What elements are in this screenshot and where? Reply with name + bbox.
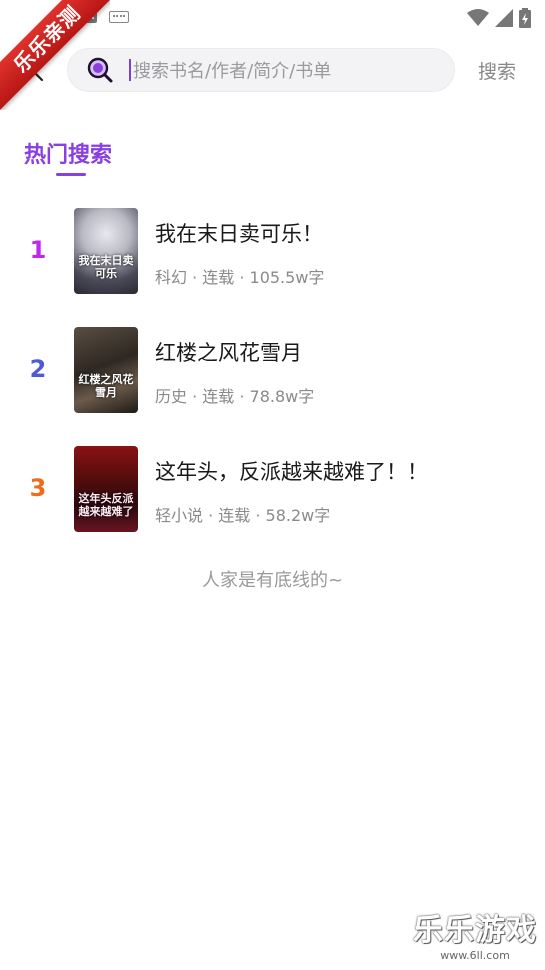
rank-number: 2	[29, 355, 47, 383]
book-meta: 科幻 · 连载 · 105.5w字	[155, 268, 325, 287]
book-cover[interactable]: 我在末日卖可乐	[74, 208, 138, 294]
brand-watermark: 乐乐游戏 www.6ll.com	[413, 905, 537, 962]
battery-charging-icon	[519, 8, 531, 28]
search-box[interactable]: 搜索书名/作者/简介/书单	[67, 48, 455, 92]
status-right-icons	[467, 8, 531, 28]
book-title[interactable]: 这年头，反派越来越难了！！	[155, 456, 428, 486]
watermark-site: www.6ll.com	[440, 949, 510, 962]
search-input[interactable]: 搜索书名/作者/简介/书单	[133, 57, 331, 83]
wifi-icon	[467, 9, 489, 26]
corner-ribbon-watermark: 乐乐亲测	[0, 0, 110, 110]
keyboard-icon	[109, 10, 129, 23]
cover-title: 我在末日卖可乐	[78, 254, 134, 280]
book-title[interactable]: 我在末日卖可乐！	[155, 218, 323, 248]
search-button[interactable]: 搜索	[478, 57, 516, 84]
book-cover[interactable]: 红楼之风花雪月	[74, 327, 138, 413]
cover-title: 红楼之风花雪月	[78, 373, 134, 399]
book-cover[interactable]: 这年头反派越来越难了	[74, 446, 138, 532]
list-item[interactable]: 3 这年头反派越来越难了 这年头，反派越来越难了！！ 轻小说 · 连载 · 58…	[0, 446, 545, 536]
end-of-list-note: 人家是有底线的~	[201, 570, 344, 591]
text-cursor	[129, 59, 131, 81]
signal-icon	[495, 9, 513, 27]
book-meta: 历史 · 连载 · 78.8w字	[155, 387, 315, 406]
hot-search-title: 热门搜索	[24, 143, 113, 168]
hot-search-underline	[56, 173, 86, 176]
cover-title: 这年头反派越来越难了	[78, 492, 134, 518]
rank-number: 3	[29, 474, 47, 502]
list-item[interactable]: 2 红楼之风花雪月 红楼之风花雪月 历史 · 连载 · 78.8w字	[0, 327, 545, 417]
rank-number: 1	[29, 236, 47, 264]
watermark-brand: 乐乐游戏	[413, 913, 537, 948]
ribbon-text: 乐乐亲测	[0, 0, 110, 110]
list-item[interactable]: 1 我在末日卖可乐 我在末日卖可乐！ 科幻 · 连载 · 105.5w字	[0, 208, 545, 298]
book-meta: 轻小说 · 连载 · 58.2w字	[155, 506, 331, 525]
book-title[interactable]: 红楼之风花雪月	[155, 337, 302, 367]
